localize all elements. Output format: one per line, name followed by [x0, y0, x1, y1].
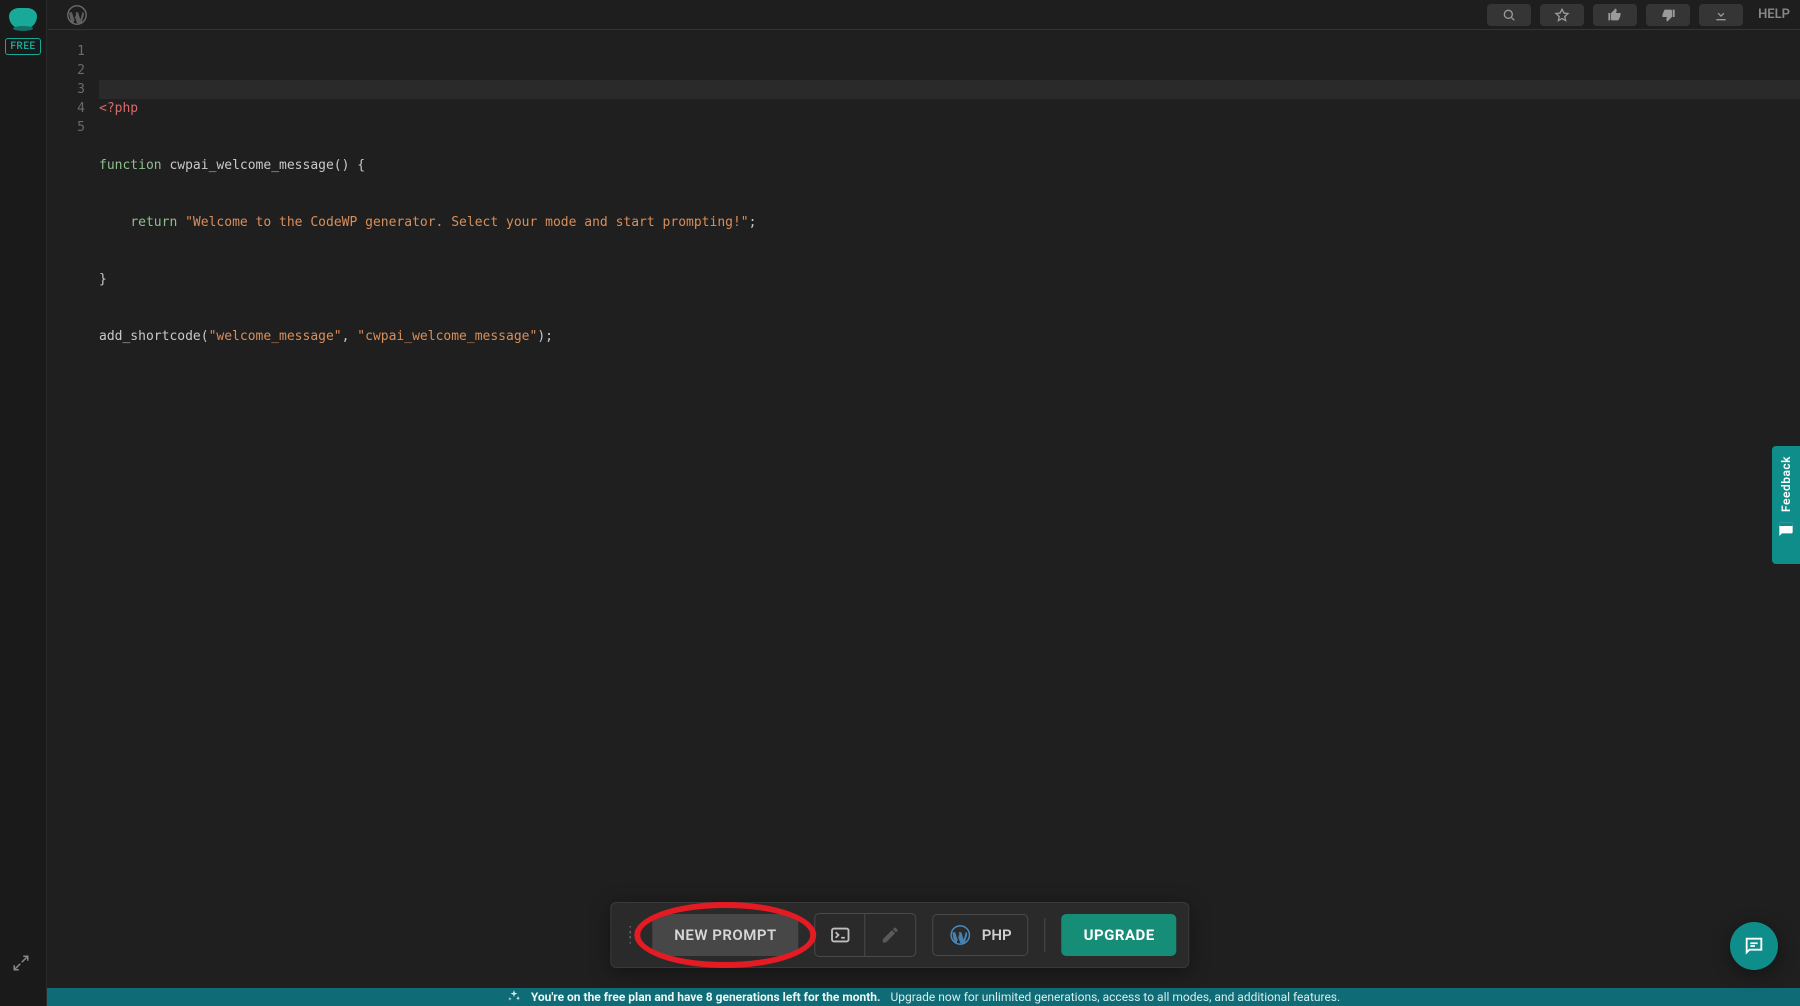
terminal-mode-button[interactable] — [816, 914, 866, 956]
code-token: "Welcome to the CodeWP generator. Select… — [177, 215, 748, 230]
banner-bold-text: You're on the free plan and have 8 gener… — [531, 990, 881, 1004]
line-number: 5 — [47, 118, 85, 137]
code-editor[interactable]: 1 2 3 4 5 <?php function cwpai_welcome_m… — [47, 30, 1800, 989]
thumbs-down-button[interactable] — [1646, 4, 1690, 26]
plan-banner: You're on the free plan and have 8 gener… — [47, 988, 1800, 1006]
language-selector[interactable]: PHP — [933, 914, 1029, 956]
code-token — [99, 215, 130, 230]
new-prompt-button[interactable]: NEW PROMPT — [652, 914, 798, 956]
feedback-tab[interactable]: Feedback — [1772, 446, 1800, 564]
active-line-highlight — [99, 80, 1800, 99]
feedback-label: Feedback — [1779, 456, 1793, 512]
banner-upgrade-text[interactable]: Upgrade now for unlimited generations, a… — [891, 990, 1341, 1004]
favorite-button[interactable] — [1540, 4, 1584, 26]
wordpress-icon[interactable] — [66, 4, 88, 26]
code-token: ); — [537, 329, 553, 344]
help-link[interactable]: HELP — [1758, 7, 1790, 22]
code-content[interactable]: <?php function cwpai_welcome_message() {… — [99, 30, 1800, 989]
line-number: 4 — [47, 99, 85, 118]
divider — [1045, 918, 1046, 952]
mode-toggle-group — [815, 913, 917, 957]
upgrade-button[interactable]: UPGRADE — [1062, 914, 1177, 956]
line-number-gutter: 1 2 3 4 5 — [47, 30, 99, 989]
search-button[interactable] — [1487, 4, 1531, 26]
upgrade-label: UPGRADE — [1084, 926, 1155, 944]
edit-mode-button[interactable] — [866, 914, 916, 956]
bottom-toolbar: ⋮⋮ NEW PROMPT PHP UPGRADE — [610, 902, 1189, 968]
drag-handle-icon[interactable]: ⋮⋮ — [623, 929, 636, 941]
line-number: 1 — [47, 42, 85, 61]
chat-button[interactable] — [1730, 922, 1778, 970]
top-bar: HELP — [48, 0, 1800, 30]
download-button[interactable] — [1699, 4, 1743, 26]
free-plan-badge: FREE — [5, 38, 40, 55]
code-token: "cwpai_welcome_message" — [357, 329, 537, 344]
expand-icon[interactable] — [12, 954, 30, 976]
line-number: 2 — [47, 61, 85, 80]
left-sidebar: FREE — [0, 0, 47, 1006]
line-number: 3 — [47, 80, 85, 99]
thumbs-up-button[interactable] — [1593, 4, 1637, 26]
code-token: function — [99, 158, 162, 173]
top-actions: HELP — [1487, 4, 1800, 26]
code-token: return — [130, 215, 177, 230]
code-token: add_shortcode( — [99, 329, 209, 344]
code-token: <?php — [99, 101, 138, 116]
language-label: PHP — [982, 926, 1012, 944]
code-token: cwpai_welcome_message() { — [162, 158, 366, 173]
wordpress-mini-icon — [950, 924, 972, 946]
app-logo-icon[interactable] — [9, 8, 37, 28]
code-token: } — [99, 272, 107, 287]
code-token: ; — [749, 215, 757, 230]
new-prompt-label: NEW PROMPT — [674, 926, 776, 944]
feedback-icon — [1778, 520, 1794, 540]
code-token: "welcome_message" — [209, 329, 342, 344]
code-token: , — [342, 329, 358, 344]
sparkle-icon — [507, 989, 521, 1006]
